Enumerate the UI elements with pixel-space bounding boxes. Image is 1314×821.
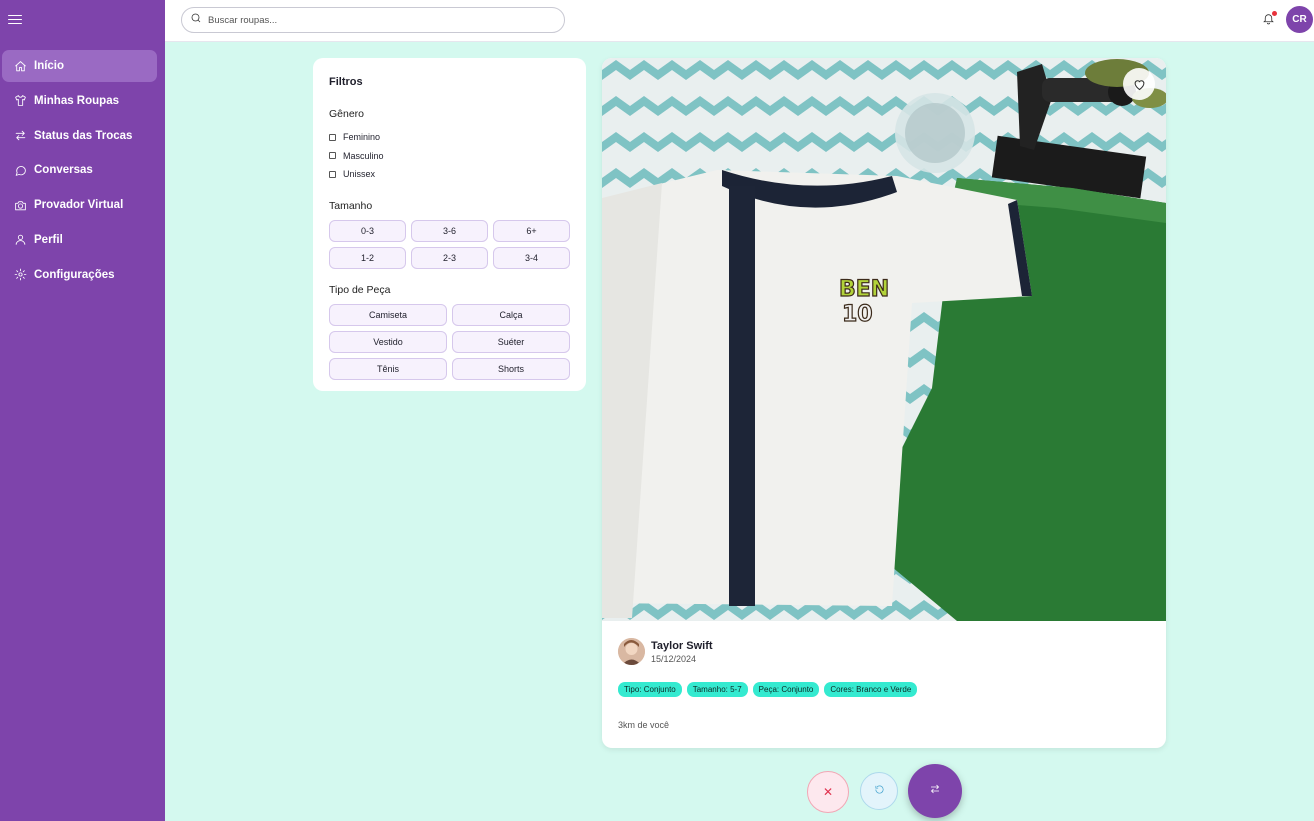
type-chip[interactable]: Suéter <box>452 330 570 353</box>
arrows-exchange-icon <box>929 782 941 800</box>
sidebar-item-status-trocas[interactable]: Status das Trocas <box>2 120 157 152</box>
sidebar-item-label: Perfil <box>34 233 63 246</box>
type-chip[interactable]: Shorts <box>452 357 570 380</box>
undo-button[interactable] <box>860 772 898 810</box>
favorite-heart-icon[interactable] <box>1123 68 1155 100</box>
type-chip[interactable]: Tênis <box>329 357 447 380</box>
close-icon: ✕ <box>822 785 834 799</box>
reject-button[interactable]: ✕ <box>807 771 849 813</box>
user-avatar[interactable]: CR <box>1286 6 1313 33</box>
distance-label: 3km de você <box>618 720 670 730</box>
size-chip[interactable]: 0-3 <box>329 219 406 242</box>
size-label: Tamanho <box>329 199 373 212</box>
gender-filter: Gênero Feminino Masculino Unissex <box>329 108 570 184</box>
type-label: Tipo de Peça <box>329 283 391 296</box>
top-header: CR <box>165 0 1314 42</box>
search-icon <box>190 11 202 29</box>
sidebar: Início Minhas Roupas Status das Trocas C… <box>0 0 165 821</box>
gender-option-feminino[interactable]: Feminino <box>329 128 570 147</box>
shirt-icon <box>13 94 27 108</box>
sidebar-item-provador-virtual[interactable]: Provador Virtual <box>2 189 157 221</box>
checkbox-label: Unissex <box>343 169 376 180</box>
home-icon <box>13 59 27 73</box>
tag-tamanho: Tamanho: 5-7 <box>686 682 748 697</box>
clothing-card[interactable]: BEN 10 Taylor Swift 15/12/2024 Tipo: Con… <box>602 58 1166 748</box>
gear-icon <box>13 268 27 282</box>
tag-peca: Peça: Conjunto <box>752 682 820 697</box>
size-chip[interactable]: 6+ <box>493 219 570 242</box>
sidebar-item-label: Configurações <box>34 268 115 281</box>
swap-button[interactable] <box>908 764 962 818</box>
notification-dot <box>1272 11 1277 16</box>
checkbox-label: Masculino <box>343 150 384 161</box>
tag-tipo: Tipo: Conjunto <box>618 682 682 697</box>
tag-cores: Cores: Branco e Verde <box>824 682 918 697</box>
size-filter: 0-3 3-6 6+ 1-2 2-3 3-4 <box>329 219 570 269</box>
checkbox[interactable] <box>329 170 336 178</box>
gender-option-unissex[interactable]: Unissex <box>329 165 570 184</box>
sidebar-item-inicio[interactable]: Início <box>2 50 157 82</box>
checkbox-label: Feminino <box>343 132 381 143</box>
sidebar-item-label: Conversas <box>34 164 93 177</box>
menu-icon[interactable] <box>8 12 22 26</box>
arrows-exchange-icon <box>13 129 27 143</box>
clothing-photo: BEN 10 <box>602 58 1166 621</box>
post-date: 15/12/2024 <box>651 653 697 664</box>
notification-bell-icon[interactable] <box>1262 11 1277 26</box>
user-icon <box>13 233 27 247</box>
size-chip[interactable]: 3-6 <box>411 219 488 242</box>
sidebar-item-perfil[interactable]: Perfil <box>2 224 157 256</box>
owner-info: Taylor Swift 15/12/2024 <box>618 638 713 665</box>
sidebar-item-label: Provador Virtual <box>34 199 124 212</box>
type-chip[interactable]: Vestido <box>329 330 447 353</box>
sidebar-item-minhas-roupas[interactable]: Minhas Roupas <box>2 85 157 117</box>
ben10-logo-number: 10 <box>842 302 873 327</box>
search-bar[interactable] <box>181 7 565 33</box>
size-chip[interactable]: 3-4 <box>493 246 570 269</box>
sidebar-item-configuracoes[interactable]: Configurações <box>2 259 157 291</box>
size-chip[interactable]: 2-3 <box>411 246 488 269</box>
owner-avatar[interactable] <box>618 638 645 665</box>
chat-bubble-icon <box>13 163 27 177</box>
tag-list: Tipo: Conjunto Tamanho: 5-7 Peça: Conjun… <box>618 682 918 697</box>
undo-icon <box>874 782 885 800</box>
type-chip[interactable]: Calça <box>452 303 570 326</box>
owner-name: Taylor Swift <box>651 639 713 652</box>
sidebar-item-label: Início <box>34 60 65 72</box>
ben10-logo-text: BEN <box>839 277 889 302</box>
type-filter: Camiseta Calça Vestido Suéter Tênis Shor… <box>329 303 570 380</box>
checkbox[interactable] <box>329 133 336 141</box>
filters-panel: Filtros Gênero Feminino Masculino Unisse… <box>313 58 586 391</box>
checkbox[interactable] <box>329 152 336 160</box>
filters-title: Filtros <box>329 76 363 88</box>
camera-icon <box>13 198 27 212</box>
gender-label: Gênero <box>329 108 365 120</box>
search-input[interactable] <box>208 14 548 26</box>
sidebar-nav: Início Minhas Roupas Status das Trocas C… <box>2 50 157 294</box>
sidebar-item-label: Status das Trocas <box>34 129 133 142</box>
sidebar-item-label: Minhas Roupas <box>34 94 119 107</box>
sidebar-item-conversas[interactable]: Conversas <box>2 154 157 186</box>
size-chip[interactable]: 1-2 <box>329 246 406 269</box>
gender-option-masculino[interactable]: Masculino <box>329 147 570 166</box>
type-chip[interactable]: Camiseta <box>329 303 447 326</box>
